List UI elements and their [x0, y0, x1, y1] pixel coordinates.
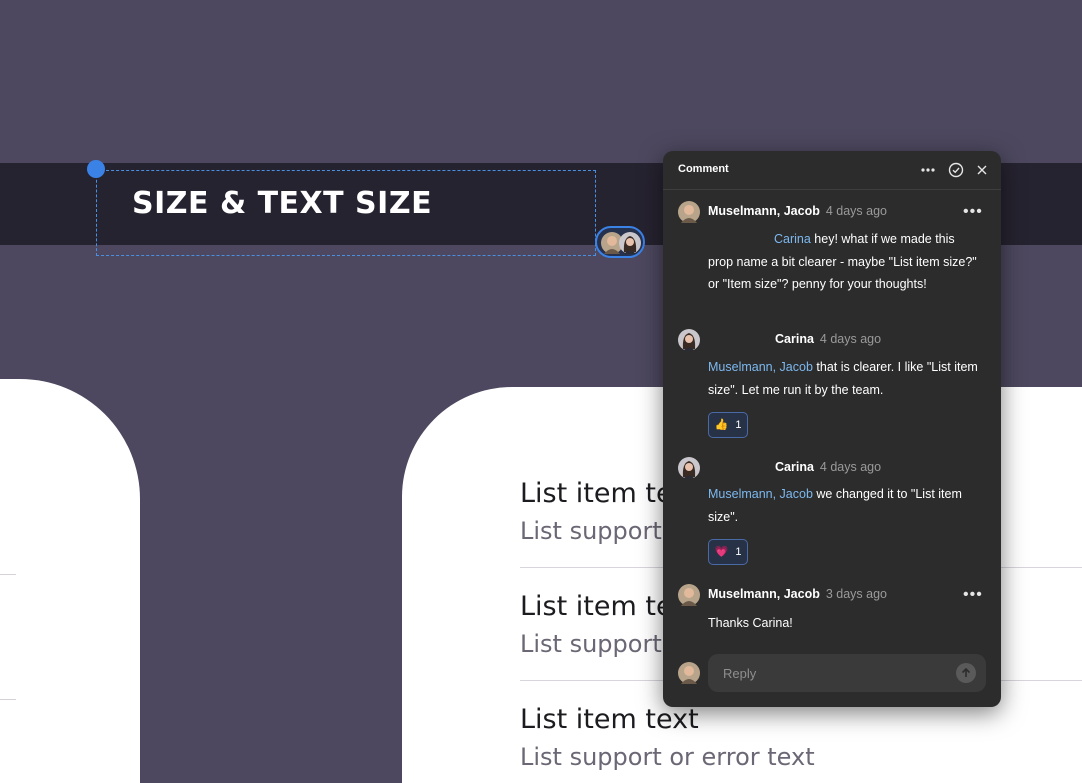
avatar-jacob — [678, 201, 700, 223]
resolve-check-icon[interactable] — [947, 161, 965, 179]
list-item-title: List item text — [520, 704, 699, 735]
comment-panel: Comment Muselmann, Jacob 4 days ago ••• C… — [663, 151, 1001, 707]
mention[interactable]: Carina — [774, 232, 811, 246]
reaction-heart[interactable]: 💗 1 — [708, 539, 748, 565]
close-icon[interactable] — [973, 161, 991, 179]
message-header: Muselmann, Jacob 3 days ago — [708, 587, 887, 601]
avatar-current-user — [678, 662, 700, 684]
reply-row — [663, 654, 1001, 692]
reaction-emoji: 👍 — [714, 419, 729, 431]
message-time: 4 days ago — [819, 332, 882, 346]
message-author: Carina — [775, 332, 814, 346]
reply-input[interactable] — [708, 654, 986, 692]
message-more-icon[interactable]: ••• — [963, 203, 983, 221]
send-arrow-icon[interactable] — [956, 663, 976, 683]
comment-thread-avatars[interactable] — [595, 226, 645, 258]
avatar-carina — [619, 232, 641, 254]
selection-outline — [96, 170, 596, 256]
message-body: Carina hey! what if we made this prop na… — [708, 228, 983, 296]
comment-panel-header: Comment — [663, 151, 1001, 190]
message-time: 3 days ago — [825, 587, 888, 601]
list-item-support: List support or error text — [520, 743, 815, 771]
more-options-icon[interactable] — [919, 161, 937, 179]
mention[interactable]: Muselmann, Jacob — [708, 487, 813, 501]
reaction-count: 1 — [735, 419, 742, 431]
component-card-left — [0, 379, 140, 783]
mention[interactable]: Muselmann, Jacob — [708, 360, 813, 374]
message-author: Muselmann, Jacob — [708, 204, 820, 218]
reaction-count: 1 — [735, 546, 742, 558]
message-body: Muselmann, Jacob we changed it to "List … — [708, 483, 983, 528]
reaction-emoji: 💗 — [714, 546, 729, 558]
divider-line — [0, 574, 16, 575]
comment-panel-title: Comment — [678, 163, 729, 175]
message-more-icon[interactable]: ••• — [963, 586, 983, 604]
message-text: hey! what if we made this prop name a bi… — [708, 232, 977, 291]
message-header: Carina 4 days ago — [775, 332, 881, 346]
message-time: 4 days ago — [825, 204, 888, 218]
list-item[interactable]: List item text List support or error tex… — [520, 703, 1082, 773]
message-header: Carina 4 days ago — [775, 460, 881, 474]
message-author: Muselmann, Jacob — [708, 587, 820, 601]
message-author: Carina — [775, 460, 814, 474]
avatar-jacob — [678, 584, 700, 606]
avatar-carina — [678, 457, 700, 479]
comment-pin[interactable] — [87, 160, 105, 178]
message-body: Muselmann, Jacob that is clearer. I like… — [708, 356, 983, 401]
message-body: Thanks Carina! — [708, 616, 793, 630]
divider-line — [0, 699, 16, 700]
avatar-carina — [678, 329, 700, 351]
message-header: Muselmann, Jacob 4 days ago — [708, 204, 887, 218]
message-time: 4 days ago — [819, 460, 882, 474]
reaction-thumbs-up[interactable]: 👍 1 — [708, 412, 748, 438]
